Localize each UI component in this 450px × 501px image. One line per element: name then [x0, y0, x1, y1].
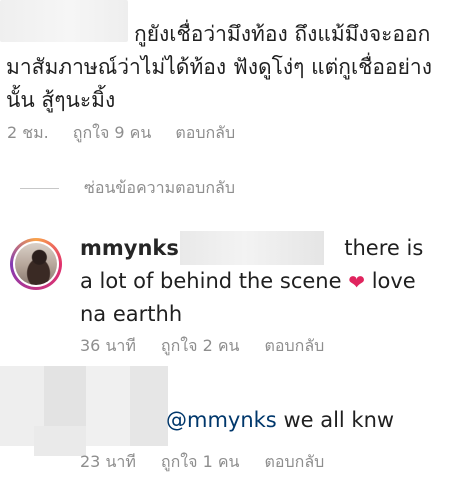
reply-1-reply-button[interactable]: ตอบกลับ: [264, 334, 324, 359]
reply-1-username[interactable]: mmynks: [80, 236, 179, 260]
avatar[interactable]: [10, 238, 62, 290]
reply-1-meta: 36 นาที ถูกใจ 2 คน ตอบกลับ: [80, 334, 324, 359]
hide-replies-label: ซ่อนข้อความตอบกลับ: [84, 178, 235, 197]
comment-top: กูยังเชื่อว่ามึงท้อง ถึงแม้มึงจะออกมาสัม…: [6, 18, 444, 117]
heart-icon: ❤: [348, 270, 365, 294]
avatar-photo: [15, 243, 57, 285]
blurred-avatar-reply-2-lower: [34, 426, 86, 456]
reply-2-reply-button[interactable]: ตอบกลับ: [264, 450, 324, 475]
reply-2-meta: 23 นาที ถูกใจ 1 คน ตอบกลับ: [80, 450, 324, 475]
reply-2-mention[interactable]: @mmynks: [166, 408, 277, 432]
reply-2-text: we all knw: [283, 408, 395, 432]
avatar-inner: [13, 241, 59, 287]
comment-top-prefix: กู: [134, 22, 147, 46]
reply-2-likes[interactable]: ถูกใจ 1 คน: [161, 450, 240, 475]
reply-1-time: 36 นาที: [80, 336, 136, 355]
reply-1: mmynks there is a lot of behind the scen…: [80, 232, 440, 331]
reply-1-likes[interactable]: ถูกใจ 2 คน: [161, 334, 240, 359]
comment-top-text: ยังเชื่อว่ามึงท้อง ถึงแม้มึงจะออกมาสัมภา…: [6, 22, 432, 112]
reply-2: @mmynks we all knw: [166, 404, 394, 437]
comment-top-likes[interactable]: ถูกใจ 9 คน: [73, 121, 152, 146]
comment-top-time: 2 ชม.: [7, 123, 49, 142]
reply-2-time: 23 นาที: [80, 452, 136, 471]
comment-top-meta: 2 ชม. ถูกใจ 9 คน ตอบกลับ: [7, 121, 235, 146]
comment-top-reply-button[interactable]: ตอบกลับ: [175, 121, 235, 146]
hide-replies-button[interactable]: ซ่อนข้อความตอบกลับ: [20, 176, 235, 201]
divider-line: [20, 188, 59, 189]
